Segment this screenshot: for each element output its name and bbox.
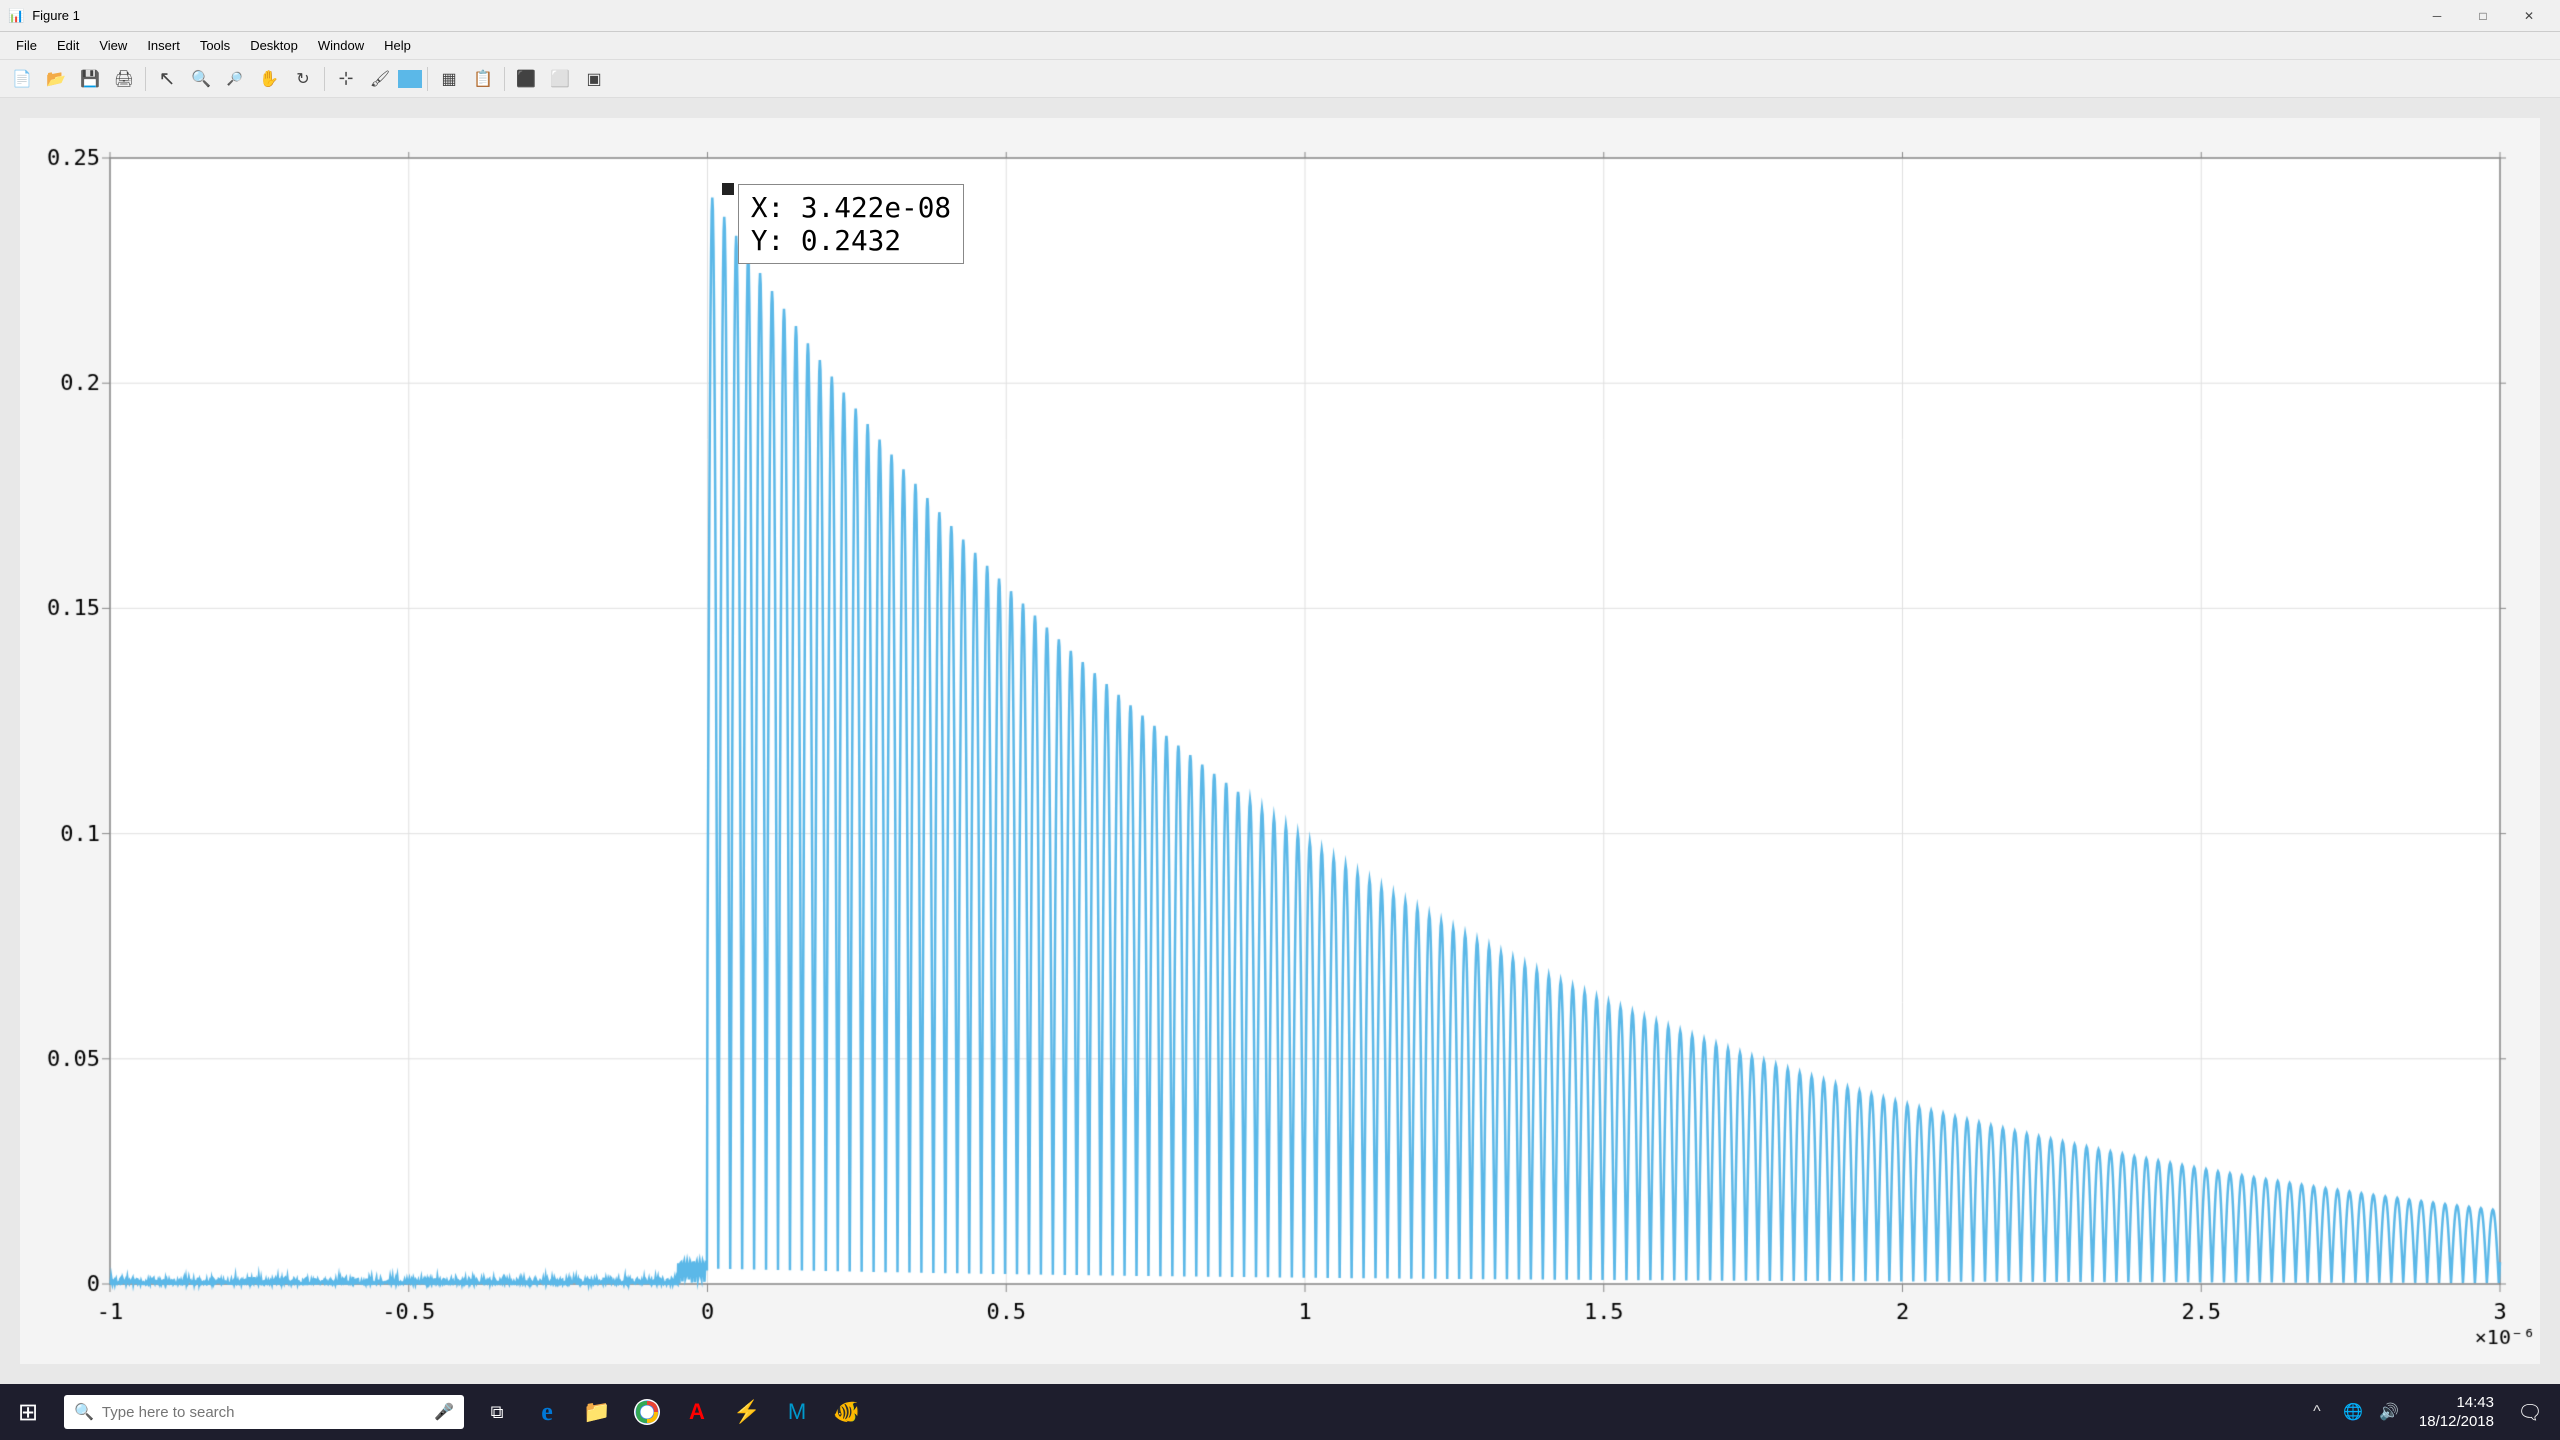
maximize-button[interactable]: □ xyxy=(2460,0,2506,32)
acrobat-button[interactable]: A xyxy=(672,1384,722,1440)
taskbar-right: ^ 🌐 🔊 14:43 18/12/2018 🗨 xyxy=(2301,1384,2560,1440)
subplot-button[interactable]: ⬜ xyxy=(544,64,576,94)
window-icon: 📊 xyxy=(8,8,24,24)
titlebar-left: 📊 Figure 1 xyxy=(8,8,80,24)
brush-button[interactable]: 🖌 xyxy=(364,64,396,94)
insert-legend-button[interactable]: 📋 xyxy=(467,64,499,94)
select-button[interactable]: ↖ xyxy=(151,64,183,94)
start-button[interactable]: ⊞ xyxy=(0,1384,56,1440)
chrome-button[interactable] xyxy=(622,1384,672,1440)
plot-canvas[interactable] xyxy=(20,118,2540,1364)
open-file-button[interactable]: 📂 xyxy=(40,64,72,94)
toolbar-separator-3 xyxy=(427,67,428,91)
clock[interactable]: 14:43 18/12/2018 xyxy=(2409,1393,2504,1432)
menu-item-insert[interactable]: Insert xyxy=(139,35,188,56)
clock-time: 14:43 xyxy=(2419,1393,2494,1413)
titlebar: 📊 Figure 1 ─ □ ✕ xyxy=(0,0,2560,32)
hide-plot-button[interactable]: ⬛ xyxy=(510,64,542,94)
insert-colorbar-button[interactable]: ▦ xyxy=(433,64,465,94)
menu-item-file[interactable]: File xyxy=(8,35,45,56)
toolbar-separator-1 xyxy=(145,67,146,91)
toolbar-separator-2 xyxy=(324,67,325,91)
app1-button[interactable]: ⚡ xyxy=(722,1384,772,1440)
app2-button[interactable]: 🐠 xyxy=(822,1384,872,1440)
plot-container[interactable]: X: 3.422e-08 Y: 0.2432 xyxy=(20,118,2540,1364)
menu-item-window[interactable]: Window xyxy=(310,35,372,56)
pan-button[interactable]: ✋ xyxy=(253,64,285,94)
print-button[interactable]: 🖨 xyxy=(108,64,140,94)
data-cursor-button[interactable]: ⊹ xyxy=(330,64,362,94)
network-icon[interactable]: 🌐 xyxy=(2337,1384,2369,1440)
main-area: X: 3.422e-08 Y: 0.2432 xyxy=(0,98,2560,1384)
tight-layout-button[interactable]: ▣ xyxy=(578,64,610,94)
menu-item-tools[interactable]: Tools xyxy=(192,35,238,56)
rotate-button[interactable]: ↻ xyxy=(287,64,319,94)
titlebar-controls: ─ □ ✕ xyxy=(2414,0,2552,32)
edge-button[interactable]: e xyxy=(522,1384,572,1440)
matlab-button[interactable]: M xyxy=(772,1384,822,1440)
zoom-in-button[interactable]: 🔍 xyxy=(185,64,217,94)
toolbar: 📄 📂 💾 🖨 ↖ 🔍 🔎 ✋ ↻ ⊹ 🖌 ▦ 📋 ⬛ ⬜ ▣ xyxy=(0,60,2560,98)
save-button[interactable]: 💾 xyxy=(74,64,106,94)
clock-date: 18/12/2018 xyxy=(2419,1412,2494,1432)
close-button[interactable]: ✕ xyxy=(2506,0,2552,32)
taskbar: ⊞ 🔍 🎤 ⧉ e 📁 A ⚡ M 🐠 ^ 🌐 🔊 14:43 18/12/20… xyxy=(0,1384,2560,1440)
toolbar-separator-4 xyxy=(504,67,505,91)
cursor-dot xyxy=(722,183,734,195)
search-icon: 🔍 xyxy=(74,1402,94,1422)
volume-icon[interactable]: 🔊 xyxy=(2373,1384,2405,1440)
menu-item-desktop[interactable]: Desktop xyxy=(242,35,306,56)
notification-button[interactable]: 🗨 xyxy=(2508,1384,2552,1440)
menubar: FileEditViewInsertToolsDesktopWindowHelp xyxy=(0,32,2560,60)
tray-chevron[interactable]: ^ xyxy=(2301,1384,2333,1440)
explorer-button[interactable]: 📁 xyxy=(572,1384,622,1440)
search-input[interactable] xyxy=(102,1404,426,1421)
menu-item-help[interactable]: Help xyxy=(376,35,419,56)
new-figure-button[interactable]: 📄 xyxy=(6,64,38,94)
menu-item-view[interactable]: View xyxy=(91,35,135,56)
mic-icon[interactable]: 🎤 xyxy=(434,1402,454,1422)
window-title: Figure 1 xyxy=(32,8,80,23)
minimize-button[interactable]: ─ xyxy=(2414,0,2460,32)
menu-item-edit[interactable]: Edit xyxy=(49,35,87,56)
search-bar[interactable]: 🔍 🎤 xyxy=(64,1395,464,1429)
zoom-out-button[interactable]: 🔎 xyxy=(219,64,251,94)
task-view-button[interactable]: ⧉ xyxy=(472,1384,522,1440)
color-dropdown-button[interactable] xyxy=(398,70,422,88)
